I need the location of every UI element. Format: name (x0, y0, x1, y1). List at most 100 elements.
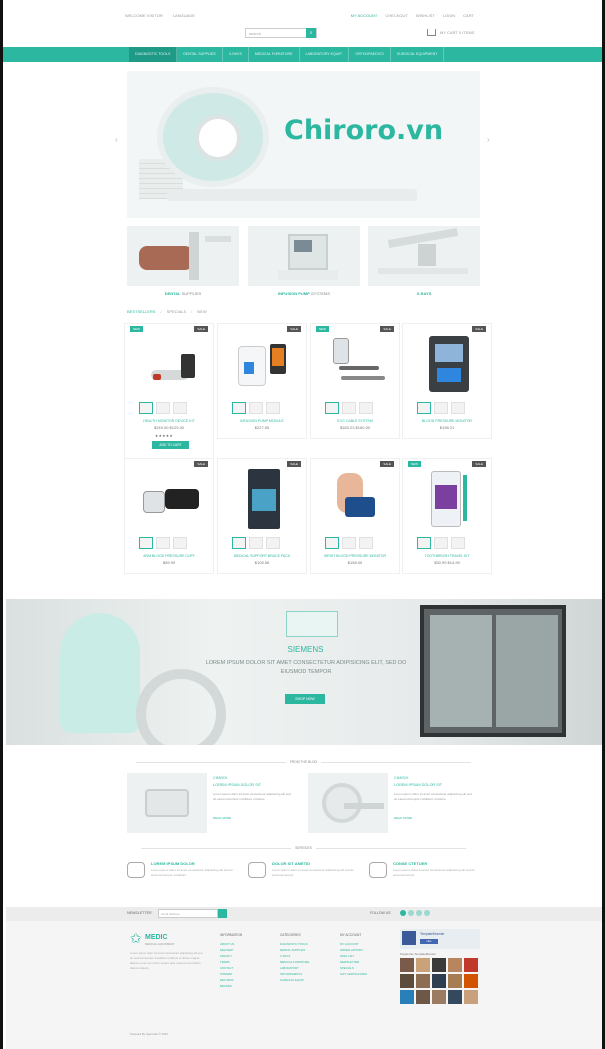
product-card[interactable]: NEW SALE TOOTHBRUSH TRAVEL KIT $30.99 $1… (402, 458, 492, 574)
product-card[interactable]: SALE BLOOD PRESSURE MONITOR $198.21 (402, 323, 492, 439)
avatar[interactable] (432, 958, 446, 972)
product-name[interactable]: INFUSION PUMP MODULE (218, 419, 306, 423)
product-thumb[interactable] (342, 537, 356, 549)
slider-prev-icon[interactable]: ‹ (115, 135, 118, 144)
newsletter-email-input[interactable]: email address (158, 909, 218, 918)
facebook-like-button[interactable]: Like (420, 939, 438, 944)
facebook-page-avatar[interactable] (402, 931, 416, 945)
product-thumb[interactable] (359, 537, 373, 549)
product-image[interactable] (415, 332, 481, 394)
avatar[interactable] (400, 958, 414, 972)
avatar[interactable] (400, 990, 414, 1004)
product-name[interactable]: BLOOD PRESSURE MONITOR (403, 419, 491, 423)
category-tile-dental[interactable]: DENTAL SUPPLIES (127, 226, 239, 298)
product-name[interactable]: ARM BLOOD PRESSURE CUFF (125, 554, 213, 558)
product-thumb[interactable] (173, 537, 187, 549)
product-card[interactable]: NEW SALE HEALTH MONITOR DEVICE KIT $249.… (124, 323, 214, 463)
product-thumb[interactable] (451, 537, 465, 549)
product-thumb[interactable] (232, 537, 246, 549)
product-thumb[interactable] (173, 402, 187, 414)
avatar[interactable] (432, 974, 446, 988)
avatar[interactable] (416, 958, 430, 972)
product-thumb[interactable] (232, 402, 246, 414)
product-image[interactable] (137, 467, 203, 529)
footer-link[interactable]: BRANDS (220, 983, 270, 989)
product-image[interactable] (323, 332, 389, 394)
product-name[interactable]: WRIST BLOOD PRESSURE MONITOR (311, 554, 399, 558)
product-card[interactable]: SALE MEDICAL SUPPORT BRACE PACK $105.56 (217, 458, 307, 574)
avatar[interactable] (448, 974, 462, 988)
product-name[interactable]: ECG CABLE SYSTEM (311, 419, 399, 423)
product-name[interactable]: HEALTH MONITOR DEVICE KIT (125, 419, 213, 423)
product-image[interactable] (230, 332, 296, 394)
blog-post-image[interactable] (127, 773, 207, 833)
blog-post[interactable]: 2 MARCH LOREM IPSUM DOLOR SIT Lorem ipsu… (127, 773, 298, 833)
product-image[interactable] (137, 332, 203, 394)
category-tile-xrays[interactable]: X-RAYS (368, 226, 480, 298)
blog-post-image[interactable] (308, 773, 388, 833)
google-plus-icon[interactable] (416, 910, 422, 916)
category-tile-infusion[interactable]: INFUSION PUMP SYSTEMS (248, 226, 360, 298)
product-thumb[interactable] (249, 537, 263, 549)
blog-post-title[interactable]: LOREM IPSUM DOLOR SIT (213, 783, 261, 787)
top-link-wishlist[interactable]: WISHLIST (416, 13, 435, 18)
blog-post[interactable]: 2 MARCH LOREM IPSUM DOLOR SIT Lorem ipsu… (308, 773, 479, 833)
product-thumb[interactable] (156, 402, 170, 414)
product-thumb[interactable] (156, 537, 170, 549)
product-thumb[interactable] (434, 537, 448, 549)
add-to-cart-button[interactable]: ADD TO CART (152, 441, 189, 449)
shop-now-button[interactable]: SHOP NOW (285, 694, 325, 704)
product-thumb[interactable] (342, 402, 356, 414)
tab-new[interactable]: NEW (197, 309, 206, 314)
nav-item-xrays[interactable]: X-RAYS (223, 47, 249, 62)
tab-bestsellers[interactable]: BESTSELLERS (127, 309, 155, 314)
product-name[interactable]: TOOTHBRUSH TRAVEL KIT (403, 554, 491, 558)
footer-link[interactable]: GIFT CERTIFICATES (340, 971, 390, 977)
product-thumb[interactable] (417, 537, 431, 549)
search-button[interactable]: ⌕ (306, 28, 316, 38)
product-card[interactable]: SALE INFUSION PUMP MODULE $227.95 (217, 323, 307, 439)
product-thumb[interactable] (325, 402, 339, 414)
avatar[interactable] (432, 990, 446, 1004)
product-thumb[interactable] (266, 537, 280, 549)
nav-item-furniture[interactable]: MEDICAL FURNITURE (249, 47, 300, 62)
top-link-login[interactable]: LOGIN (443, 13, 455, 18)
product-image[interactable] (323, 467, 389, 529)
avatar[interactable] (464, 990, 478, 1004)
avatar[interactable] (448, 958, 462, 972)
product-thumb[interactable] (417, 402, 431, 414)
language-select[interactable]: LANGUAGE (173, 13, 195, 18)
product-image[interactable] (415, 467, 481, 529)
product-thumb[interactable] (325, 537, 339, 549)
avatar[interactable] (416, 990, 430, 1004)
top-link-account[interactable]: MY ACCOUNT (351, 13, 378, 18)
facebook-page-name[interactable]: TemplateMonster (420, 932, 444, 936)
footer-logo-name[interactable]: MEDIC (145, 934, 168, 941)
tab-specials[interactable]: SPECIALS (167, 309, 187, 314)
product-thumb[interactable] (139, 402, 153, 414)
cart-widget[interactable]: MY CART 0 ITEMS (427, 29, 474, 36)
blog-post-title[interactable]: LOREM IPSUM DOLOR SIT (394, 783, 442, 787)
product-thumb[interactable] (451, 402, 465, 414)
avatar[interactable] (464, 974, 478, 988)
avatar[interactable] (448, 990, 462, 1004)
product-card[interactable]: SALE WRIST BLOOD PRESSURE MONITOR $158.0… (310, 458, 400, 574)
avatar[interactable] (464, 958, 478, 972)
read-more-link[interactable]: READ MORE (394, 816, 412, 820)
nav-item-orthopaedics[interactable]: ORTHOPAEDICS (349, 47, 391, 62)
product-image[interactable] (230, 467, 296, 529)
rss-icon[interactable] (424, 910, 430, 916)
product-name[interactable]: MEDICAL SUPPORT BRACE PACK (218, 554, 306, 558)
facebook-icon[interactable] (400, 910, 406, 916)
top-link-checkout[interactable]: CHECKOUT (385, 13, 407, 18)
product-thumb[interactable] (266, 402, 280, 414)
product-thumb[interactable] (434, 402, 448, 414)
newsletter-submit-button[interactable] (218, 909, 227, 918)
avatar[interactable] (416, 974, 430, 988)
footer-link[interactable]: SURGICAL EQUIP. (280, 977, 330, 983)
product-thumb[interactable] (139, 537, 153, 549)
hero-slider[interactable]: Chiroro.vn (127, 71, 480, 218)
nav-item-surgical[interactable]: SURGICAL EQUIPMENT (391, 47, 445, 62)
top-link-cart[interactable]: CART (463, 13, 474, 18)
nav-item-laboratory[interactable]: LABORATORY EQUIP. (300, 47, 350, 62)
